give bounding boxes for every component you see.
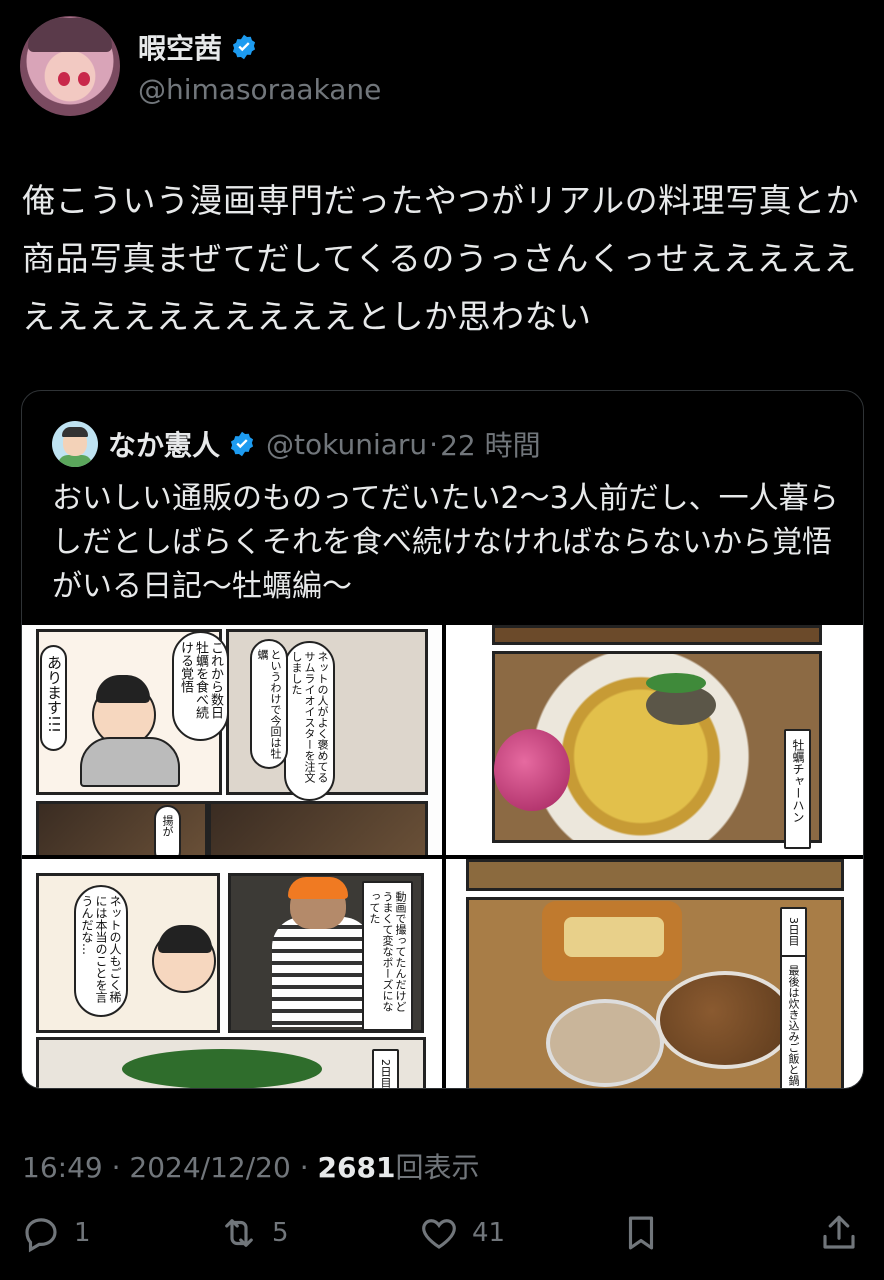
media-image-3[interactable]: ネットの人もごく稀には本当のことを言うんだな… 動画で撮ってたんだけどうまくて変…: [22, 859, 446, 1088]
photo-caption: 動画で撮ってたんだけどうまくて変なポーズになってた: [362, 881, 413, 1031]
media-image-4[interactable]: 3日目 最後は炊き込みご飯と鍋: [446, 859, 863, 1088]
author-handle[interactable]: @himasoraakane: [138, 73, 381, 106]
bookmark-button[interactable]: [620, 1212, 662, 1254]
comic-speech-bubble: あります!!!: [40, 645, 67, 751]
share-icon: [823, 1215, 855, 1249]
author-avatar[interactable]: [20, 16, 120, 116]
tweet-date[interactable]: 2024/12/20: [129, 1151, 290, 1184]
view-count: 2681: [317, 1151, 396, 1184]
action-bar: 1 5 41: [0, 1212, 884, 1268]
quote-author-name: なか憲人: [108, 429, 221, 462]
quote-text: おいしい通販のものってだいたい2〜3人前だし、一人暮らしだとしばらくそれを食べ続…: [52, 481, 839, 604]
tweet-header: 暇空茜 @himasoraakane: [20, 16, 381, 116]
media-image-1[interactable]: これから数日牡蠣を食べ続ける覚悟 あります!!! ネットの人がよく褒めてるサムラ…: [22, 625, 446, 859]
retweet-icon: [225, 1219, 253, 1247]
view-label: 回表示: [395, 1151, 480, 1184]
photo-caption: 2日目: [372, 1049, 399, 1088]
tweet-time[interactable]: 16:49: [22, 1151, 103, 1184]
quote-separator: ·: [429, 427, 439, 461]
comic-speech-bubble: ネットの人がよく褒めてるサムライオイスターを注文しました: [284, 641, 335, 801]
reply-icon: [25, 1218, 57, 1253]
verified-badge-icon: [232, 34, 256, 59]
author-display-name[interactable]: 暇空茜: [138, 27, 381, 67]
tweet-text: 俺こういう漫画専門だったやつがリアルの料理写真とか商品写真まぜてだしてくるのうっ…: [22, 181, 860, 336]
retweet-button[interactable]: 5: [218, 1212, 289, 1254]
reply-button[interactable]: 1: [20, 1212, 91, 1254]
share-button[interactable]: [818, 1212, 860, 1254]
quoted-tweet[interactable]: なか憲人 @tokuniaru · 22 時間 おいしい通販のものってだいたい2…: [21, 390, 864, 1089]
verified-badge-icon: [230, 431, 254, 457]
bookmark-icon: [628, 1216, 654, 1250]
photo-caption: 最後は炊き込みご飯と鍋: [780, 955, 807, 1088]
media-image-2[interactable]: 牡蠣チャーハン: [446, 625, 863, 859]
comic-speech-bubble: これから数日牡蠣を食べ続ける覚悟: [172, 631, 229, 741]
quote-author-avatar: [52, 421, 98, 467]
quote-time: 22 時間: [440, 429, 541, 462]
quote-author-handle: @tokuniaru: [266, 427, 428, 461]
quote-header: なか憲人 @tokuniaru · 22 時間: [52, 421, 541, 467]
like-button[interactable]: 41: [418, 1212, 505, 1254]
comic-speech-bubble: ネットの人もごく稀には本当のことを言うんだな…: [74, 885, 128, 1017]
photo-caption: 牡蠣チャーハン: [784, 729, 811, 849]
author-names: 暇空茜 @himasoraakane: [138, 27, 381, 106]
comic-speech-bubble: というわけで今回は牡蠣: [250, 639, 288, 769]
tweet-timestamp: 16:49 · 2024/12/20 · 2681回表示: [22, 1151, 480, 1184]
like-icon: [422, 1219, 456, 1249]
quote-media-grid[interactable]: これから数日牡蠣を食べ続ける覚悟 あります!!! ネットの人がよく褒めてるサムラ…: [22, 625, 863, 1088]
comic-speech-bubble: 揚が: [154, 805, 181, 855]
